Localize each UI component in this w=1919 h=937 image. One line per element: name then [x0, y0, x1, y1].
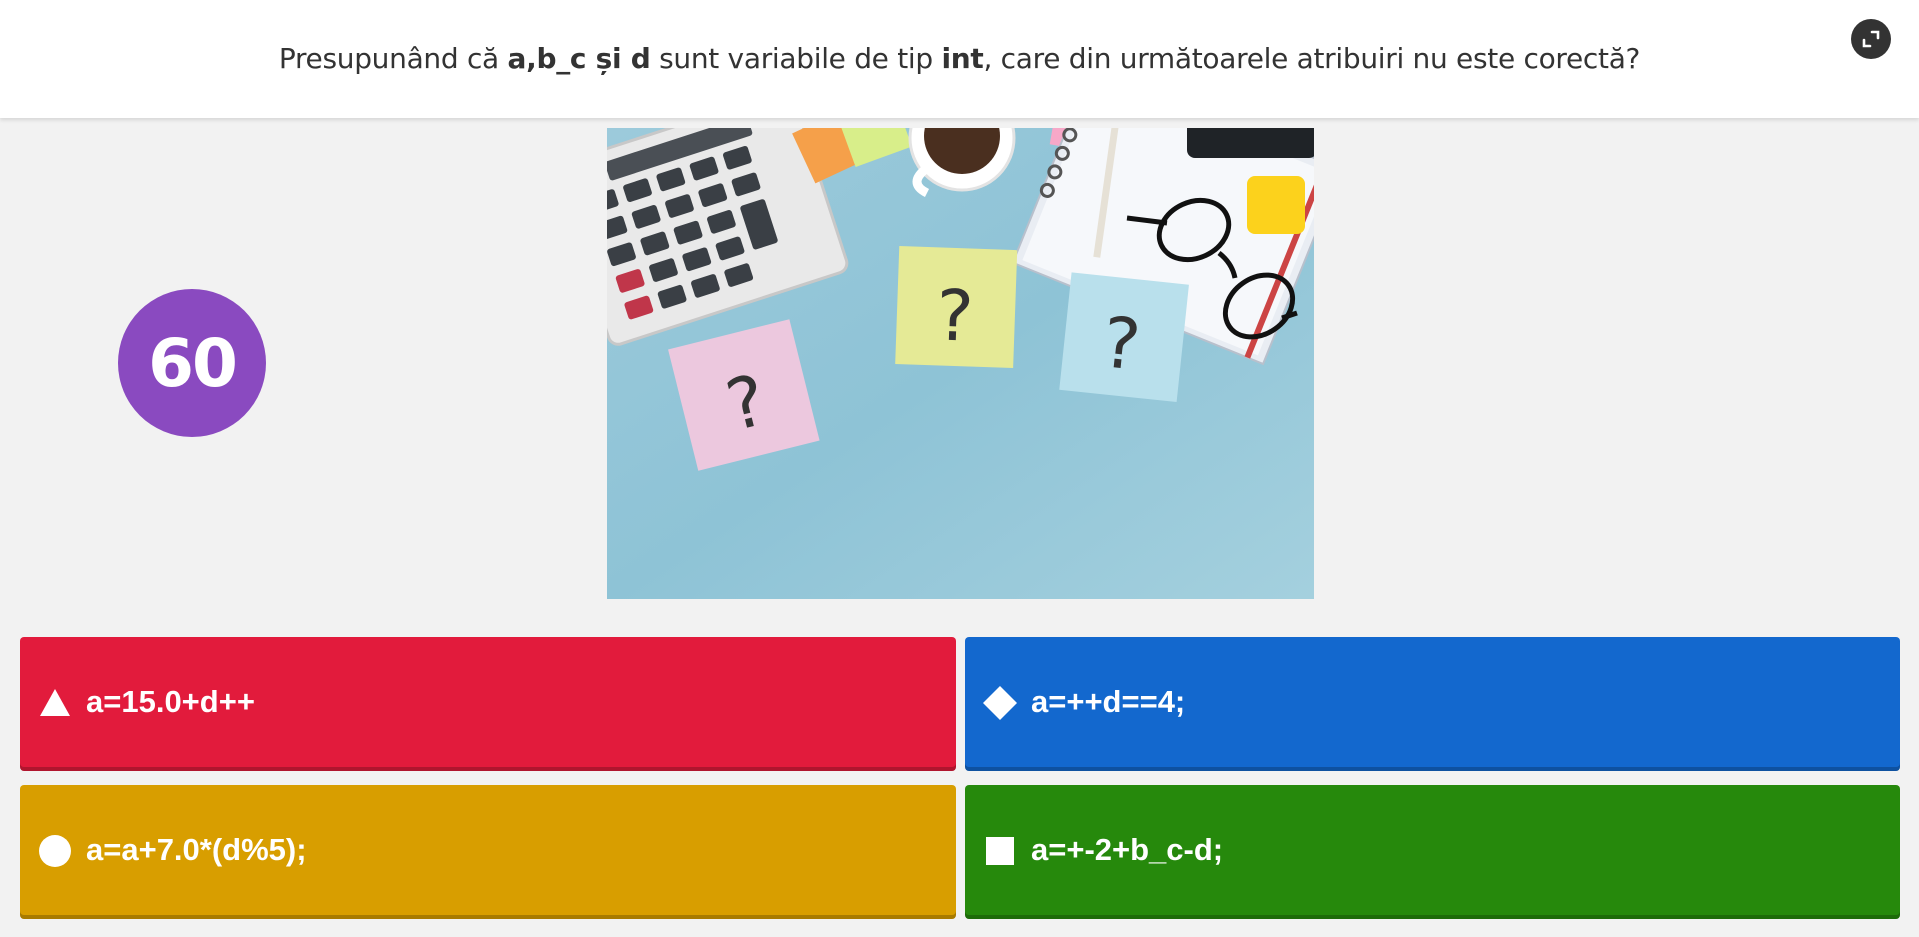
question-part: , care din următoarele atribuiri nu este… — [983, 41, 1641, 75]
answer-label: a=+-2+b_c-d; — [1031, 832, 1224, 867]
timer-value: 60 — [148, 324, 238, 402]
answer-option-yellow[interactable]: a=a+7.0*(d%5); — [20, 785, 956, 919]
svg-text:?: ? — [935, 274, 975, 357]
diamond-icon — [983, 686, 1017, 720]
question-text: Presupunând că a,b_c și d sunt variabile… — [278, 41, 1641, 75]
answer-label: a=a+7.0*(d%5); — [86, 832, 307, 867]
question-part: sunt variabile de tip — [650, 41, 942, 75]
countdown-timer: 60 — [118, 289, 266, 437]
triangle-icon — [40, 689, 70, 716]
answer-option-green[interactable]: a=+-2+b_c-d; — [965, 785, 1900, 919]
question-image: ? ? ? — [607, 128, 1314, 599]
fullscreen-button[interactable] — [1851, 19, 1891, 59]
question-part-bold: int — [941, 41, 984, 75]
circle-icon — [39, 835, 71, 867]
question-part-bold: a,b_c și d — [507, 41, 651, 75]
answer-label: a=++d==4; — [1031, 684, 1186, 719]
desk-photo: ? ? ? — [607, 128, 1314, 599]
square-icon — [986, 837, 1014, 865]
question-header: Presupunând că a,b_c și d sunt variabile… — [0, 0, 1919, 118]
fullscreen-icon — [1862, 30, 1880, 48]
answer-option-blue[interactable]: a=++d==4; — [965, 637, 1900, 771]
answer-option-red[interactable]: a=15.0+d++ — [20, 637, 956, 771]
answer-label: a=15.0+d++ — [86, 684, 255, 719]
question-part: Presupunând că — [278, 41, 508, 75]
